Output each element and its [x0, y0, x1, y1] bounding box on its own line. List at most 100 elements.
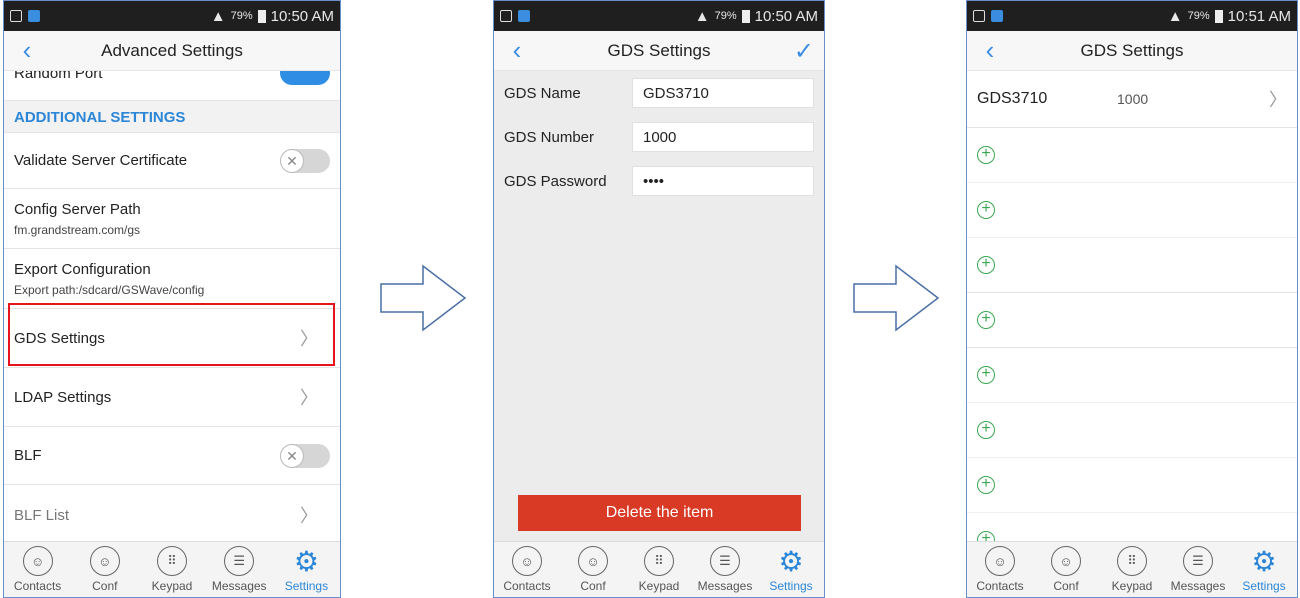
back-icon[interactable]: ‹: [977, 37, 1003, 64]
plus-circle-icon[interactable]: +: [977, 421, 995, 439]
list-item-random-port[interactable]: Random Port: [4, 71, 340, 101]
list-item-label: Config Server Path: [14, 200, 141, 218]
gds-password-field[interactable]: ••••: [632, 166, 814, 196]
list-item-gds-settings[interactable]: GDS Settings 〉: [4, 309, 340, 368]
plus-circle-icon[interactable]: +: [977, 311, 995, 329]
list-item-ldap-settings[interactable]: LDAP Settings 〉: [4, 368, 340, 427]
signal-icon: ▲: [694, 7, 710, 25]
nav-contacts[interactable]: ☺ Contacts: [967, 542, 1033, 597]
bottom-nav: ☺ Contacts ☺ Conf ⠿ Keypad ☰ Messages ⚙ Setti…: [494, 541, 824, 597]
plus-circle-icon[interactable]: +: [977, 146, 995, 164]
list-item-blf-list[interactable]: BLF List 〉: [4, 485, 340, 545]
add-slot[interactable]: +: [967, 128, 1297, 183]
settings-gear-icon: ⚙: [293, 545, 319, 577]
add-slot[interactable]: +: [967, 513, 1297, 541]
nav-settings[interactable]: ⚙ Settings: [758, 542, 824, 597]
battery-percent: 79%: [1187, 10, 1210, 22]
gds-settings-list-screen: ▲ 79% 10:51 AM ‹ GDS Settings GDS3710 10…: [966, 0, 1298, 598]
page-title: GDS Settings: [1080, 40, 1184, 60]
back-icon[interactable]: ‹: [504, 37, 530, 64]
toggle-off-icon: ✕: [280, 443, 304, 468]
page-title: GDS Settings: [607, 40, 711, 60]
toggle-on[interactable]: [280, 71, 330, 85]
list-item-label: Export Configuration: [14, 260, 151, 278]
bottom-nav: ☺ Contacts ☺ Conf ⠿ Keypad ☰ Messages ⚙ Setti…: [4, 541, 340, 597]
gds-number-field[interactable]: 1000: [632, 122, 814, 152]
gallery-icon: [10, 10, 22, 22]
nav-label: Keypad: [151, 579, 193, 593]
nav-label: Conf: [580, 579, 606, 593]
plus-circle-icon[interactable]: +: [977, 256, 995, 274]
advanced-settings-screen: ▲ 79% 10:50 AM ‹ Advanced Settings Rando…: [3, 0, 341, 598]
gds-name-row: GDS Name GDS3710: [494, 71, 824, 115]
nav-label: Conf: [92, 579, 118, 593]
status-bar: ▲ 79% 10:51 AM: [967, 1, 1297, 31]
gds-name-field[interactable]: GDS3710: [632, 78, 814, 108]
add-slot[interactable]: +: [967, 293, 1297, 348]
nav-messages[interactable]: ☰ Messages: [206, 542, 273, 597]
list-item-config-server-path[interactable]: Config Server Path fm.grandstream.com/gs: [4, 189, 340, 249]
nav-settings[interactable]: ⚙ Settings: [273, 542, 340, 597]
nav-contacts[interactable]: ☺ Contacts: [4, 542, 71, 597]
add-slot[interactable]: +: [967, 348, 1297, 403]
nav-keypad[interactable]: ⠿ Keypad: [138, 542, 205, 597]
nav-label: Settings: [769, 579, 813, 593]
status-time: 10:50 AM: [270, 7, 334, 25]
add-slot[interactable]: +: [967, 403, 1297, 458]
plus-circle-icon[interactable]: +: [977, 366, 995, 384]
battery-percent: 79%: [714, 10, 737, 22]
toggle-off[interactable]: ✕: [280, 148, 330, 173]
add-slot[interactable]: +: [967, 183, 1297, 238]
nav-contacts[interactable]: ☺ Contacts: [494, 542, 560, 597]
plus-circle-icon[interactable]: +: [977, 476, 995, 494]
battery-icon: [741, 9, 750, 23]
title-bar: ‹ GDS Settings ✓: [494, 31, 824, 71]
nav-messages[interactable]: ☰ Messages: [692, 542, 758, 597]
battery-icon: [257, 9, 266, 23]
list-item-export-configuration[interactable]: Export Configuration Export path:/sdcard…: [4, 249, 340, 309]
chevron-right-icon: 〉: [300, 506, 318, 526]
list-item-label: Random Port: [14, 71, 103, 82]
status-time: 10:50 AM: [754, 7, 818, 25]
contacts-icon: ☺: [512, 546, 542, 576]
plus-circle-icon[interactable]: +: [977, 201, 995, 219]
nav-label: Contacts: [976, 579, 1024, 593]
list-item-validate-cert[interactable]: Validate Server Certificate ✕: [4, 133, 340, 189]
bottom-nav: ☺ Contacts ☺ Conf ⠿ Keypad ☰ Messages ⚙ Setti…: [967, 541, 1297, 597]
nav-messages[interactable]: ☰ Messages: [1165, 542, 1231, 597]
plus-circle-icon[interactable]: +: [977, 531, 995, 541]
list-item-blf[interactable]: BLF ✕: [4, 427, 340, 485]
chevron-right-icon: 〉: [1269, 90, 1287, 110]
messages-icon: ☰: [710, 546, 740, 576]
conf-icon: ☺: [89, 546, 120, 576]
nav-settings[interactable]: ⚙ Settings: [1231, 542, 1297, 597]
toggle-off[interactable]: ✕: [280, 443, 330, 468]
nav-conf[interactable]: ☺ Conf: [560, 542, 626, 597]
back-icon[interactable]: ‹: [14, 37, 40, 64]
add-slot[interactable]: +: [967, 458, 1297, 513]
signal-icon: ▲: [210, 7, 226, 25]
delete-button[interactable]: Delete the item: [518, 495, 801, 531]
list-item-label: GDS Settings: [14, 329, 105, 347]
nav-conf[interactable]: ☺ Conf: [1033, 542, 1099, 597]
nav-keypad[interactable]: ⠿ Keypad: [626, 542, 692, 597]
arrow-right-icon: [853, 264, 940, 332]
list-item-sublabel: Export path:/sdcard/GSWave/config: [14, 282, 205, 297]
gallery-icon: [500, 10, 512, 22]
field-label: GDS Name: [504, 84, 581, 102]
list-item-label: BLF List: [14, 506, 70, 524]
app-notification-icon: [991, 10, 1003, 22]
battery-percent: 79%: [230, 10, 253, 22]
list-item-gds-entry[interactable]: GDS3710 1000 〉: [967, 71, 1297, 128]
add-slot[interactable]: +: [967, 238, 1297, 293]
keypad-icon: ⠿: [157, 546, 187, 576]
nav-conf[interactable]: ☺ Conf: [71, 542, 138, 597]
toggle-off-icon: ✕: [280, 148, 304, 173]
nav-label: Conf: [1053, 579, 1079, 593]
messages-icon: ☰: [224, 546, 255, 576]
signal-icon: ▲: [1167, 7, 1183, 25]
check-icon[interactable]: ✓: [794, 37, 814, 66]
nav-label: Messages: [697, 579, 753, 593]
battery-icon: [1214, 9, 1223, 23]
nav-keypad[interactable]: ⠿ Keypad: [1099, 542, 1165, 597]
